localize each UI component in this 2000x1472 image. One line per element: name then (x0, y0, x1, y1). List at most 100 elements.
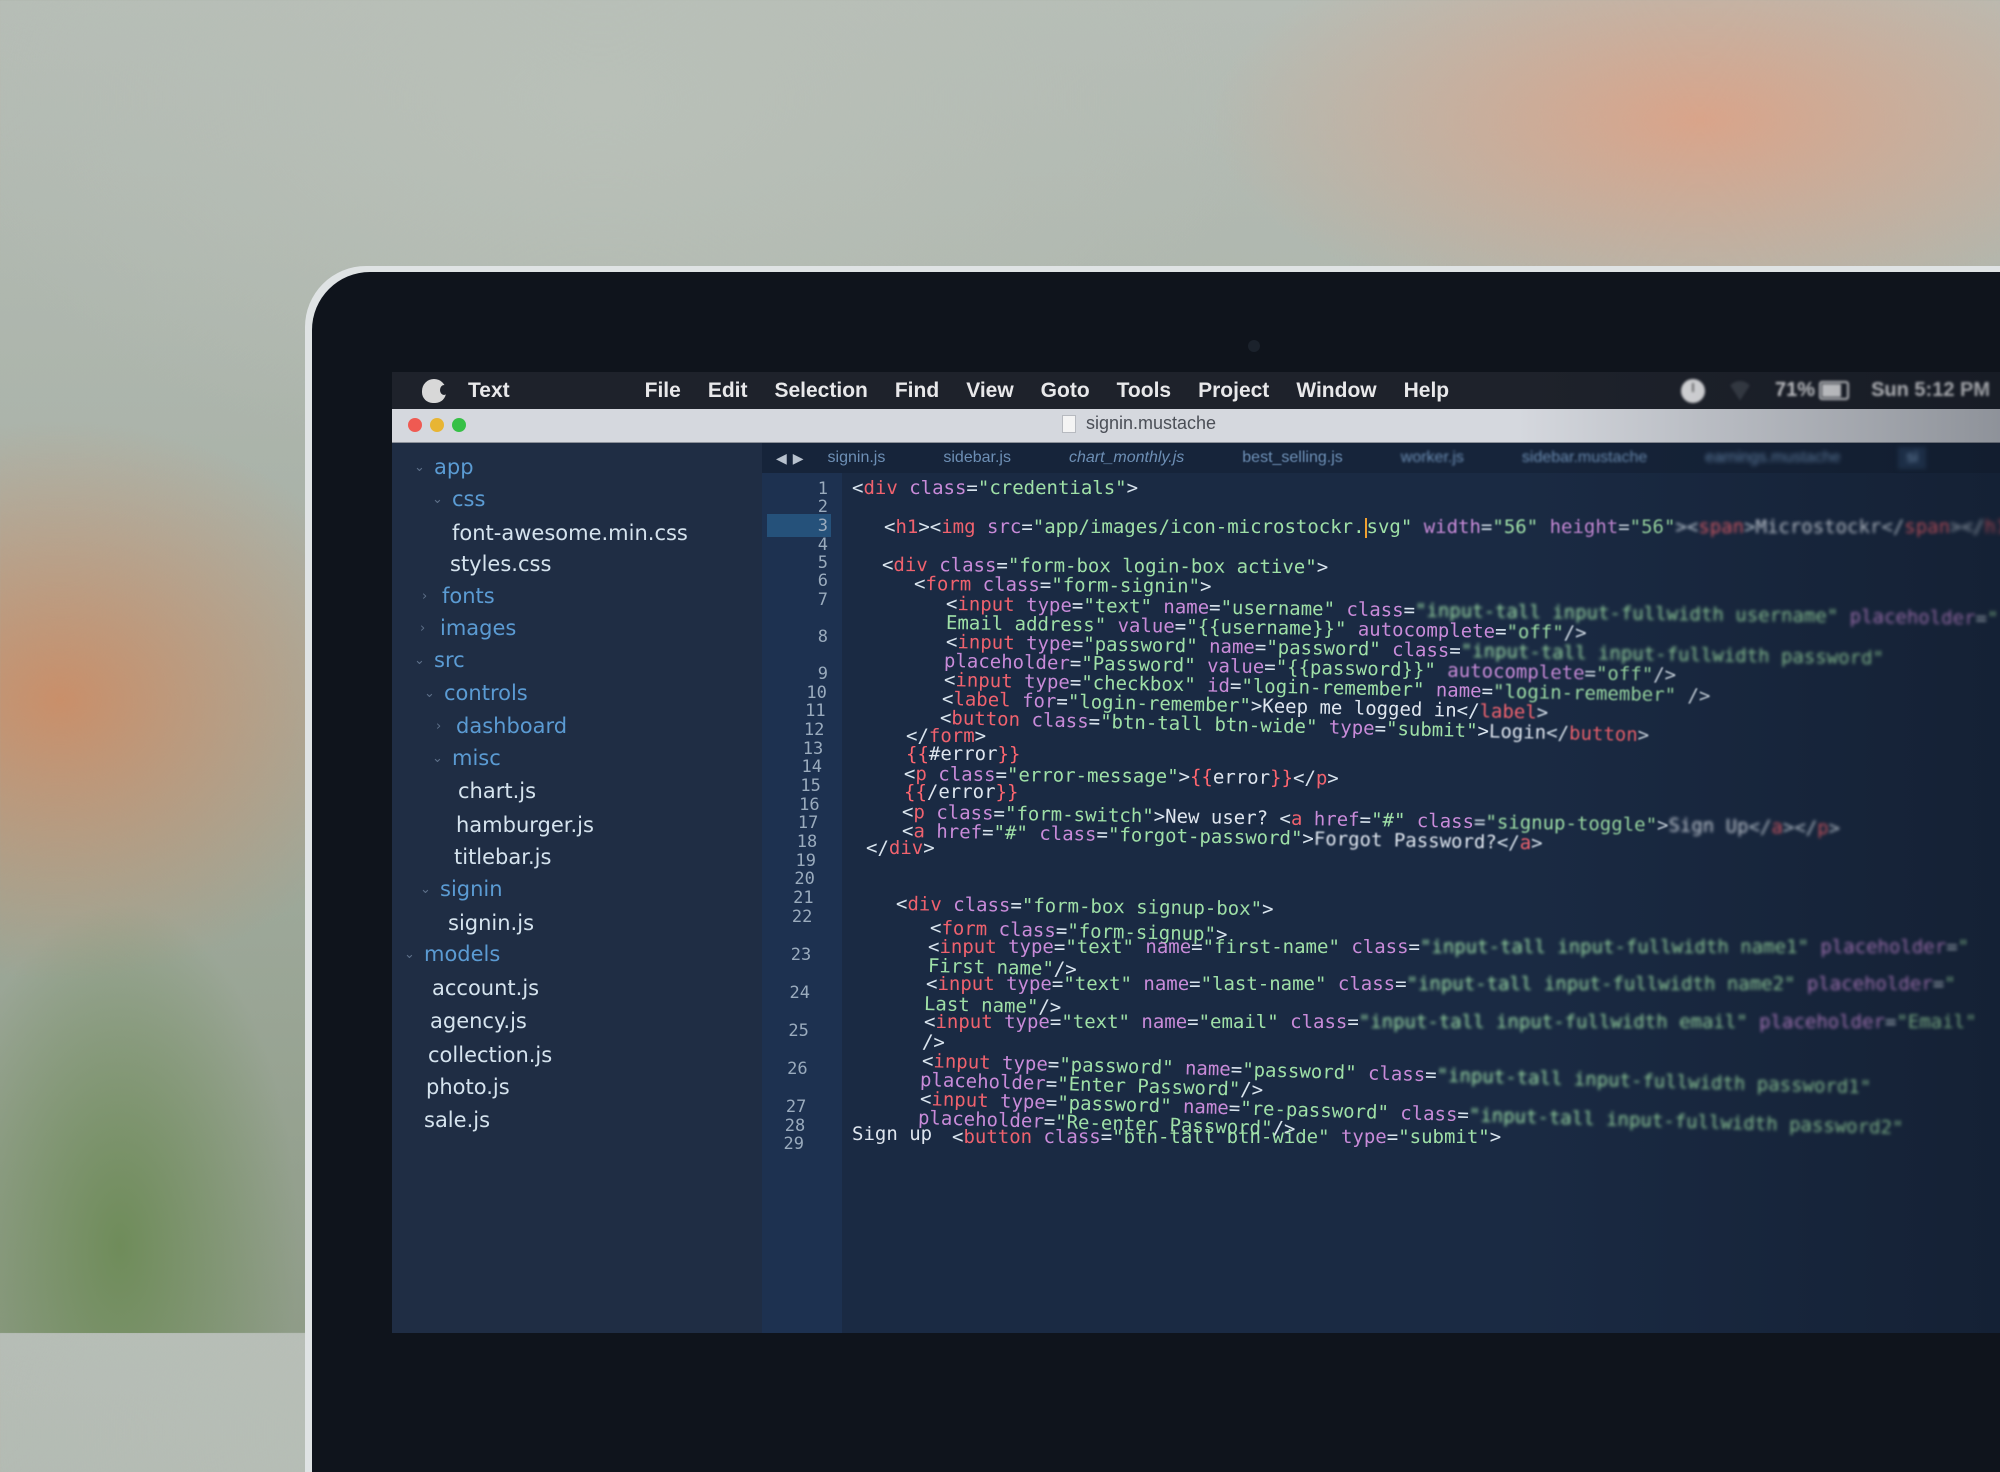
tree-file[interactable]: agency.js (430, 1009, 527, 1033)
code-token: > (1199, 575, 1212, 598)
menu-help[interactable]: Help (1404, 379, 1450, 403)
code-token: class (941, 893, 1011, 917)
code-line: <div class="credentials"> (852, 477, 1138, 499)
menu-goto[interactable]: Goto (1041, 379, 1090, 403)
menu-edit[interactable]: Edit (708, 379, 748, 403)
tree-folder[interactable]: ⌄ misc (432, 746, 501, 770)
tree-folder[interactable]: › dashboard (436, 714, 567, 738)
tree-item-label: css (452, 487, 486, 511)
code-token: = (1975, 607, 1988, 630)
code-token: class (1032, 1126, 1101, 1148)
code-token: }} (995, 781, 1019, 803)
wifi-icon[interactable] (1727, 380, 1754, 401)
tree-folder[interactable]: ⌄ css (432, 487, 485, 511)
close-window-button[interactable] (408, 418, 422, 432)
tree-item-label: app (434, 455, 474, 479)
code-token: "last-name" (1200, 973, 1327, 995)
code-area[interactable]: <div class="credentials"> <h1><img src="a… (852, 473, 2000, 1333)
tree-item-label: sale.js (424, 1108, 491, 1132)
menu-tools[interactable]: Tools (1117, 379, 1171, 403)
tree-folder[interactable]: ⌄ src (414, 648, 465, 672)
code-token: "#" (993, 821, 1029, 845)
menu-project[interactable]: Project (1198, 379, 1269, 403)
chevron-down-icon[interactable]: ⌄ (432, 492, 452, 507)
code-line: {{#error}} (906, 743, 1020, 765)
chevron-down-icon[interactable]: ⌄ (420, 882, 440, 897)
tree-file[interactable]: hamburger.js (456, 813, 594, 837)
code-token: = (1053, 936, 1066, 958)
tree-file[interactable]: collection.js (428, 1043, 552, 1067)
tab-earnings-mustache[interactable]: earnings.mustache (1705, 449, 1840, 467)
code-token: = (1049, 1011, 1062, 1033)
tree-item-label: models (424, 942, 501, 966)
tree-file[interactable]: signin.js (448, 911, 534, 935)
tree-file[interactable]: font-awesome.min.css (452, 521, 688, 545)
tree-folder[interactable]: › images (420, 616, 516, 640)
tree-file[interactable]: photo.js (426, 1075, 510, 1099)
line-number: 6 (817, 571, 828, 591)
menu-view[interactable]: View (966, 379, 1013, 403)
code-token: = (1946, 936, 1958, 958)
code-token: a (1519, 831, 1532, 855)
battery-status[interactable]: 71% (1775, 379, 1850, 402)
tree-file[interactable]: chart.js (458, 779, 536, 803)
tree-item-label: controls (444, 681, 528, 705)
time-machine-icon[interactable] (1681, 378, 1706, 403)
chevron-down-icon[interactable]: ⌄ (424, 686, 444, 701)
tab-sidebar-mustache[interactable]: sidebar.mustache (1522, 449, 1647, 467)
code-token: = (1191, 936, 1203, 958)
menu-file[interactable]: File (645, 379, 681, 403)
minimize-window-button[interactable] (430, 418, 444, 432)
tab-worker-js[interactable]: worker.js (1401, 449, 1464, 467)
app-menu[interactable]: Text (468, 379, 510, 403)
tree-folder[interactable]: ⌄ signin (420, 877, 503, 901)
tree-file[interactable]: styles.css (450, 552, 551, 576)
code-token: "input-tall input-fullwidth name2" (1406, 973, 1796, 995)
chevron-right-icon[interactable]: › (422, 589, 442, 604)
code-token: {{ (904, 781, 927, 803)
zoom-window-button[interactable] (452, 418, 466, 432)
menu-selection[interactable]: Selection (774, 379, 867, 403)
tree-item-label: signin (440, 877, 503, 901)
chevron-down-icon[interactable]: ⌄ (414, 653, 434, 668)
tab-sidebar-js[interactable]: sidebar.js (943, 449, 1011, 467)
tree-item-label: dashboard (456, 714, 568, 738)
code-token: "text" (1065, 936, 1134, 958)
chevron-down-icon[interactable]: ⌄ (404, 947, 424, 962)
tab-signin-js[interactable]: signin.js (828, 449, 886, 467)
tree-folder[interactable]: ⌄ app (414, 455, 474, 479)
code-token: "input-tall input-fullwidth name1" (1419, 936, 1809, 958)
tree-file[interactable]: titlebar.js (454, 845, 551, 869)
tab-signin-mustache[interactable]: si (1898, 447, 1927, 469)
code-token: div (907, 893, 942, 916)
code-token: a (1771, 816, 1784, 839)
code-token: Microstockr (1755, 516, 1882, 538)
tab-best-selling-js[interactable]: best_selling.js (1242, 449, 1343, 467)
menu-window[interactable]: Window (1296, 379, 1376, 403)
line-number: 20 (794, 869, 815, 889)
menu-find[interactable]: Find (895, 379, 939, 403)
tree-folder[interactable]: ⌄ models (404, 942, 500, 966)
chevron-down-icon[interactable]: ⌄ (432, 751, 452, 766)
code-token: "email" (1198, 1011, 1279, 1033)
tree-file[interactable]: account.js (432, 976, 539, 1000)
code-token: = (1096, 823, 1109, 846)
tree-folder[interactable]: ⌄ controls (424, 681, 528, 705)
code-token: button (963, 1126, 1033, 1148)
chevron-right-icon[interactable]: › (436, 719, 456, 734)
code-line: <h1><img src="app/images/icon-microstock… (884, 516, 2000, 538)
chevron-down-icon[interactable]: ⌄ (414, 460, 434, 475)
tab-chart-monthly-js[interactable]: chart_monthly.js (1069, 449, 1184, 467)
code-token: /> (1563, 621, 1587, 645)
tree-folder[interactable]: › fonts (422, 584, 495, 608)
chevron-right-icon[interactable]: › (420, 621, 440, 636)
tree-item-label: fonts (442, 584, 495, 608)
code-token: "forgot-password" (1107, 823, 1303, 850)
code-token: p (1817, 816, 1829, 840)
apple-logo-icon[interactable] (422, 378, 448, 403)
menubar-clock[interactable]: Sun 5:12 PM (1871, 379, 1990, 402)
code-token: > (1530, 832, 1543, 855)
tree-file[interactable]: sale.js (424, 1108, 490, 1132)
line-number: 2 (817, 497, 828, 517)
tab-nav-arrows-icon[interactable]: ◀▶ (776, 450, 810, 467)
